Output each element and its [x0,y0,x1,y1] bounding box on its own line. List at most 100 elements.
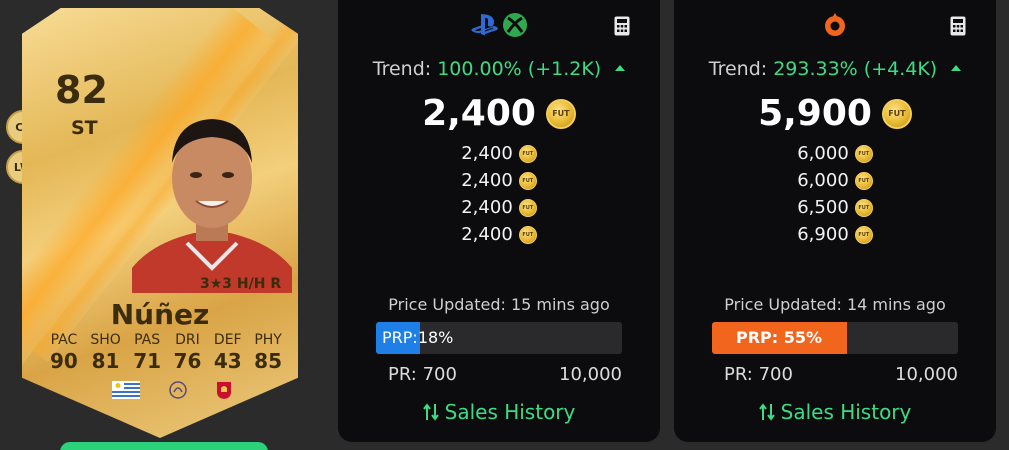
fut-coin-icon: FUT [518,144,537,163]
price-updated-text: Price Updated: 15 mins ago [388,295,610,314]
recent-prices-list: 6,000 FUT 6,000 FUT 6,500 FUT 6,900 FUT [674,140,996,248]
calculator-icon[interactable] [950,16,966,36]
fut-coin-icon: FUT [518,225,537,244]
premier-league-icon [169,381,187,399]
sales-history-button[interactable]: Sales History [674,400,996,424]
recent-price: 2,400 [461,224,513,245]
prp-progress-bar: PRP:18% [376,322,622,354]
recent-price: 6,500 [797,197,849,218]
xbox-icon[interactable] [502,12,528,38]
list-item: 2,400 FUT [338,140,660,167]
trend-line: Trend: 100.00% (+1.2K) [338,58,660,80]
stat-dri: DRI 76 [174,332,202,373]
sort-arrows-icon [758,403,775,421]
prp-value: 55% [783,328,823,347]
fut-coin-icon: FUT [854,171,873,190]
sales-history-label: Sales History [444,400,576,424]
stat-pac: PAC 90 [50,332,78,373]
fut-coin-icon: FUT [854,198,873,217]
fut-coin-icon: FUT [854,225,873,244]
playstation-icon[interactable] [470,12,500,38]
stat-value: 71 [133,349,162,373]
prp-value: 18% [417,328,454,347]
stat-phy: PHY 85 [254,332,282,373]
recent-price: 2,400 [461,143,513,164]
card-badges [112,380,232,400]
stat-value: 76 [173,349,202,373]
trend-value: 100.00% (+1.2K) [437,58,602,80]
list-item: 6,000 FUT [674,140,996,167]
platform-icons [674,12,996,38]
list-item: 6,500 FUT [674,194,996,221]
stat-label: SHO [90,332,121,348]
stat-label: PHY [254,332,282,348]
prp-progress-bar: PRP: 55% [712,322,958,354]
pc-price-panel: Trend: 293.33% (+4.4K) 5,900 FUT 6,000 F… [674,0,996,442]
player-stats: PAC 90 SHO 81 PAS 71 DRI 76 DEF 43 PHY 8… [50,332,282,373]
prp-label: PRP: [382,328,418,347]
player-name: Núñez [110,298,210,331]
current-price: 5,900 FUT [674,93,996,134]
fut-coin-icon: FUT [518,198,537,217]
trend-line: Trend: 293.33% (+4.4K) [674,58,996,80]
stat-label: DRI [175,332,200,348]
fut-coin-icon: FUT [518,171,537,190]
price-range-max: 10,000 [559,364,622,385]
recent-prices-list: 2,400 FUT 2,400 FUT 2,400 FUT 2,400 FUT [338,140,660,248]
stat-label: PAS [134,332,161,348]
console-price-panel: Trend: 100.00% (+1.2K) 2,400 FUT 2,400 F… [338,0,660,442]
calculator-icon[interactable] [614,16,630,36]
add-button-partial[interactable] [60,442,268,450]
trend-label: Trend: [708,58,768,80]
stat-pas: PAS 71 [133,332,161,373]
current-price: 2,400 FUT [338,93,660,134]
sort-arrows-icon [422,403,439,421]
player-card[interactable]: 82 ST 3★3 H/H R Núñez PAC 90 SHO 81 PAS [22,8,298,438]
prp-label: PRP: [735,328,779,347]
stat-sho: SHO 81 [90,332,120,373]
list-item: 6,000 FUT [674,167,996,194]
player-rating: 82 [55,68,108,112]
trend-up-icon [615,65,626,71]
skill-weak-foot-workrate: 3★3 H/H R [200,276,282,292]
sales-history-button[interactable]: Sales History [338,400,660,424]
trend-up-icon [951,65,962,71]
price-updated-text: Price Updated: 14 mins ago [724,295,946,314]
price-range-min: PR: 700 [388,364,457,385]
current-price-value: 2,400 [422,93,536,134]
list-item: 2,400 FUT [338,221,660,248]
fut-coin-icon: FUT [545,98,576,129]
player-photo [132,119,292,293]
recent-price: 2,400 [461,197,513,218]
trend-value: 293.33% (+4.4K) [773,58,938,80]
trend-label: Trend: [372,58,432,80]
stat-value: 90 [50,349,78,373]
list-item: 2,400 FUT [338,167,660,194]
recent-price: 6,900 [797,224,849,245]
price-range: PR: 700 10,000 [724,364,958,385]
stat-def: DEF 43 [214,332,242,373]
recent-price: 2,400 [461,170,513,191]
price-range-max: 10,000 [895,364,958,385]
current-price-value: 5,900 [758,93,872,134]
origin-icon[interactable] [822,12,848,38]
liverpool-crest-icon [217,382,231,399]
stat-value: 85 [254,349,282,373]
prp-text: PRP: 55% [712,322,846,354]
recent-price: 6,000 [797,143,849,164]
list-item: 6,900 FUT [674,221,996,248]
platform-icons [338,12,660,38]
fut-coin-icon: FUT [854,144,873,163]
stat-label: DEF [213,332,242,348]
list-item: 2,400 FUT [338,194,660,221]
sales-history-label: Sales History [780,400,912,424]
player-position: ST [71,117,98,139]
stat-label: PAC [50,332,78,348]
stat-value: 43 [213,349,242,373]
price-range: PR: 700 10,000 [388,364,622,385]
prp-text: PRP:18% [382,322,453,354]
fut-coin-icon: FUT [881,98,912,129]
player-card-area: CF LW 82 ST 3★3 H/H R Núñez PAC 90 SHO 8 [0,0,320,450]
recent-price: 6,000 [797,170,849,191]
uruguay-flag-icon [112,381,140,399]
